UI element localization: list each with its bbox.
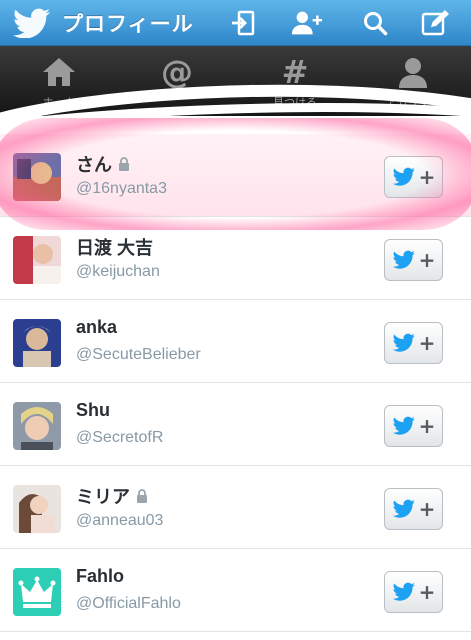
- user-name: ミリア: [76, 487, 130, 507]
- twitter-bird-icon: [392, 333, 415, 352]
- follow-button[interactable]: +: [384, 571, 443, 613]
- follow-button[interactable]: +: [384, 322, 443, 364]
- search-icon: [364, 12, 388, 36]
- lock-icon: [119, 157, 129, 171]
- list-item[interactable]: Shu @SecretofR +: [0, 383, 471, 466]
- user-name: 日渡 大吉: [76, 238, 154, 258]
- twitter-bird-icon: [392, 582, 415, 601]
- avatar[interactable]: [13, 236, 61, 284]
- list-item[interactable]: anka @SecuteBelieber +: [0, 300, 471, 383]
- plus-icon: +: [418, 497, 436, 521]
- user-name: Fahlo: [76, 566, 124, 586]
- follow-button[interactable]: +: [384, 488, 443, 530]
- list-item[interactable]: 日渡 大吉 @keijuchan +: [0, 217, 471, 300]
- sign-in-button[interactable]: [226, 6, 260, 40]
- plus-icon: +: [418, 248, 436, 272]
- user-handle: @anneau03: [76, 512, 164, 529]
- top-navigation-bar: プロフィール: [0, 0, 471, 46]
- avatar[interactable]: [13, 319, 61, 367]
- twitter-bird-icon: [392, 416, 415, 435]
- follow-button[interactable]: +: [384, 156, 443, 198]
- twitter-bird-icon[interactable]: [12, 8, 52, 42]
- user-handle: @SecuteBelieber: [76, 346, 201, 363]
- add-user-icon: [291, 11, 323, 35]
- avatar[interactable]: [13, 485, 61, 533]
- plus-icon: +: [418, 331, 436, 355]
- list-item[interactable]: ミリア @anneau03 +: [0, 466, 471, 549]
- user-handle: @OfficialFahlo: [76, 595, 181, 612]
- plus-icon: +: [418, 165, 436, 189]
- avatar[interactable]: [13, 568, 61, 616]
- user-name: さん: [76, 155, 112, 175]
- twitter-bird-icon: [392, 499, 415, 518]
- twitter-bird-icon: [392, 167, 415, 186]
- plus-icon: +: [418, 414, 436, 438]
- follow-button[interactable]: +: [384, 239, 443, 281]
- sign-in-icon: [232, 10, 255, 36]
- list-item[interactable]: さん @16nyanta3 +: [0, 134, 471, 217]
- user-handle: @SecretofR: [76, 429, 164, 446]
- compose-button[interactable]: [418, 6, 452, 40]
- avatar[interactable]: [13, 153, 61, 201]
- user-handle: @keijuchan: [76, 263, 160, 280]
- twitter-bird-icon: [392, 250, 415, 269]
- avatar[interactable]: [13, 402, 61, 450]
- search-button[interactable]: [358, 6, 392, 40]
- lock-icon: [137, 489, 147, 503]
- plus-icon: +: [418, 580, 436, 604]
- user-name: Shu: [76, 400, 110, 420]
- add-user-button[interactable]: [290, 6, 324, 40]
- user-name: anka: [76, 317, 118, 337]
- follow-button[interactable]: +: [384, 405, 443, 447]
- page-title: プロフィール: [62, 12, 194, 36]
- list-item[interactable]: Fahlo @OfficialFahlo +: [0, 549, 471, 632]
- compose-icon: [421, 10, 449, 36]
- white-scribble-mark: [0, 84, 471, 130]
- user-handle: @16nyanta3: [76, 180, 167, 197]
- crown-icon: [13, 568, 61, 616]
